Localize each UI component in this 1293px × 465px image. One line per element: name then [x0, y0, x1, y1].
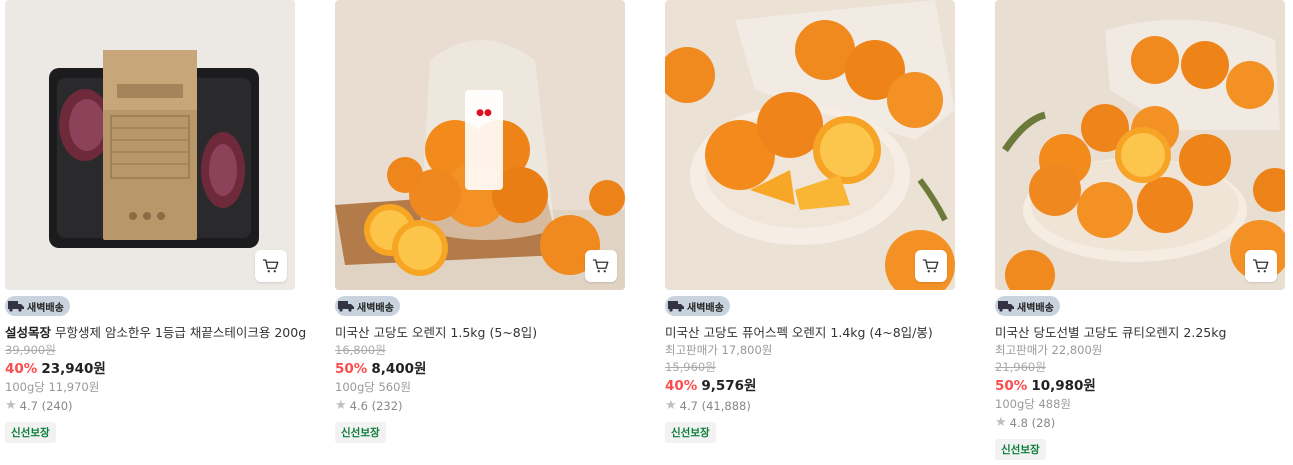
sale-price: 9,576원: [701, 378, 757, 394]
original-price: 39,900원: [5, 343, 56, 357]
product-image[interactable]: [5, 0, 295, 290]
product-grid: 새벽배송 설성목장 무항생제 암소한우 1등급 채끝스테이크용 200g 39,…: [0, 0, 1293, 465]
discount-rate: 50%: [335, 361, 368, 377]
star-icon: ★: [995, 415, 1007, 430]
product-title[interactable]: 미국산 고당도 오렌지 1.5kg (5~8입): [335, 324, 625, 342]
sale-price: 10,980원: [1031, 378, 1096, 394]
product-name: 미국산 당도선별 고당도 큐티오렌지 2.25kg: [995, 325, 1227, 340]
product-image[interactable]: [995, 0, 1285, 290]
orange-plate-illustration: [665, 0, 955, 290]
svg-text:●●: ●●: [476, 108, 492, 118]
star-icon: ★: [335, 398, 347, 413]
beef-package-illustration: [5, 0, 295, 290]
rating-text: 4.6 (232): [349, 399, 403, 413]
truck-icon: [997, 298, 1015, 314]
sale-price: 23,940원: [41, 361, 106, 377]
unit-price: 100g당 560원: [335, 380, 412, 394]
badge-label: 새벽배송: [1017, 302, 1054, 314]
original-price: 16,800원: [335, 343, 386, 357]
fresh-guarantee-tag: 신선보장: [665, 422, 716, 443]
dawn-delivery-badge: 새벽배송: [995, 296, 1060, 316]
cart-icon: [262, 259, 279, 273]
sale-price: 8,400원: [371, 361, 427, 377]
product-card[interactable]: 새벽배송 미국산 당도선별 고당도 큐티오렌지 2.25kg 최고판매가 22,…: [995, 0, 1285, 460]
star-icon: ★: [5, 398, 17, 413]
product-card[interactable]: ●● 새벽배송 미국산 고당도 오렌지 1.5kg (5~8입) 16,800원…: [335, 0, 625, 443]
cart-icon: [922, 259, 939, 273]
price-row: 40% 9,576원: [665, 376, 955, 396]
unit-price: 100g당 11,970원: [5, 380, 100, 394]
fresh-guarantee-tag: 신선보장: [335, 422, 386, 443]
rating-text: 4.7 (240): [19, 399, 73, 413]
badge-label: 새벽배송: [357, 302, 394, 314]
original-price: 15,960원: [665, 360, 716, 374]
unit-price: 100g당 488원: [995, 397, 1072, 411]
reference-price: 최고판매가 22,800원: [995, 343, 1103, 357]
dawn-delivery-badge: 새벽배송: [5, 296, 70, 316]
rating-text: 4.8 (28): [1009, 416, 1056, 430]
product-title[interactable]: 미국산 당도선별 고당도 큐티오렌지 2.25kg: [995, 324, 1285, 342]
product-card[interactable]: 새벽배송 설성목장 무항생제 암소한우 1등급 채끝스테이크용 200g 39,…: [5, 0, 306, 443]
rating: ★ 4.7 (41,888): [665, 396, 955, 416]
rating-text: 4.7 (41,888): [679, 399, 751, 413]
product-image[interactable]: ●●: [335, 0, 625, 290]
star-icon: ★: [665, 398, 677, 413]
product-image[interactable]: [665, 0, 955, 290]
badge-label: 새벽배송: [687, 302, 724, 314]
product-name: 무항생제 암소한우 1등급 채끝스테이크용 200g: [55, 325, 307, 340]
fresh-guarantee-tag: 신선보장: [5, 422, 56, 443]
product-title[interactable]: 미국산 고당도 퓨어스펙 오렌지 1.4kg (4~8입/봉): [665, 324, 955, 342]
product-title[interactable]: 설성목장 무항생제 암소한우 1등급 채끝스테이크용 200g: [5, 324, 306, 342]
discount-rate: 40%: [665, 378, 698, 394]
fresh-guarantee-tag: 신선보장: [995, 439, 1046, 460]
orange-bag-illustration: ●●: [335, 0, 625, 290]
truck-icon: [667, 298, 685, 314]
product-card[interactable]: 새벽배송 미국산 고당도 퓨어스펙 오렌지 1.4kg (4~8입/봉) 최고판…: [665, 0, 955, 443]
add-to-cart-button[interactable]: [915, 250, 947, 282]
original-price: 21,960원: [995, 360, 1046, 374]
cart-icon: [592, 259, 609, 273]
price-row: 50% 10,980원: [995, 376, 1285, 396]
rating: ★ 4.7 (240): [5, 396, 295, 416]
rating: ★ 4.6 (232): [335, 396, 625, 416]
cart-icon: [1252, 259, 1269, 273]
product-brand: 설성목장: [5, 325, 52, 340]
add-to-cart-button[interactable]: [585, 250, 617, 282]
add-to-cart-button[interactable]: [1245, 250, 1277, 282]
price-row: 40% 23,940원: [5, 359, 295, 379]
product-name: 미국산 고당도 오렌지 1.5kg (5~8입): [335, 325, 538, 340]
reference-price: 최고판매가 17,800원: [665, 343, 773, 357]
badge-label: 새벽배송: [27, 302, 64, 314]
price-row: 50% 8,400원: [335, 359, 625, 379]
discount-rate: 40%: [5, 361, 38, 377]
truck-icon: [7, 298, 25, 314]
dawn-delivery-badge: 새벽배송: [335, 296, 400, 316]
dawn-delivery-badge: 새벽배송: [665, 296, 730, 316]
product-name: 미국산 고당도 퓨어스펙 오렌지 1.4kg (4~8입/봉): [665, 325, 933, 340]
orange-board-illustration: [995, 0, 1285, 290]
add-to-cart-button[interactable]: [255, 250, 287, 282]
truck-icon: [337, 298, 355, 314]
rating: ★ 4.8 (28): [995, 413, 1285, 433]
discount-rate: 50%: [995, 378, 1028, 394]
